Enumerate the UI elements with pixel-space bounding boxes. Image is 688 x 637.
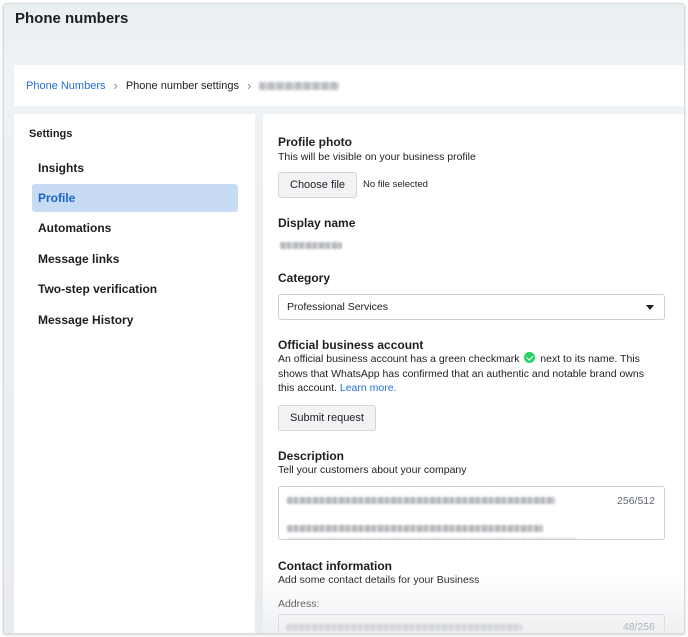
page-title: Phone numbers [15,10,129,27]
app-window: Phone numbers Phone Numbers › Phone numb… [3,3,685,634]
green-checkmark-icon [524,352,536,363]
settings-sidebar: Settings Insights Profile Automations Me… [14,114,255,633]
description-textarea[interactable]: 256/512 [278,486,665,540]
breadcrumb-separator: › [113,78,118,93]
description-char-counter: 256/512 [617,495,655,507]
category-selected-value: Professional Services [287,301,388,313]
learn-more-link[interactable]: Learn more. [340,382,397,394]
contact-information-title: Contact information [278,559,392,573]
file-status-text: No file selected [363,179,428,190]
official-account-text-before: An official business account has a green… [278,353,520,365]
breadcrumb-phone-numbers-link[interactable]: Phone Numbers [26,80,106,92]
address-redacted-value [286,624,522,631]
sidebar-item-message-links[interactable]: Message links [32,245,238,273]
breadcrumb-redacted-number [259,81,340,90]
profile-photo-title: Profile photo [278,135,352,149]
description-subtitle: Tell your customers about your company [278,464,467,476]
sidebar-item-two-step-verification[interactable]: Two-step verification [32,275,238,303]
chevron-down-icon [646,305,654,310]
profile-photo-subtitle: This will be visible on your business pr… [278,151,476,163]
sidebar-item-insights[interactable]: Insights [32,154,238,182]
breadcrumb-separator: › [246,78,252,93]
choose-file-button[interactable]: Choose file [278,172,358,198]
profile-settings-panel: Profile photo This will be visible on yo… [263,114,684,633]
address-char-counter: 48/256 [622,621,655,633]
description-redacted-line [287,525,543,532]
submit-request-button[interactable]: Submit request [278,405,376,431]
display-name-redacted-value [280,242,342,249]
sidebar-item-message-history[interactable]: Message History [32,306,238,334]
category-select[interactable]: Professional Services [278,294,665,320]
description-redacted-line [287,497,555,504]
address-input[interactable]: 48/256 [278,614,665,633]
sidebar-heading: Settings [29,128,73,140]
breadcrumb-phone-number-settings: Phone number settings [125,79,239,92]
contact-information-subtitle: Add some contact details for your Busine… [278,574,480,586]
address-label: Address: [278,598,320,610]
category-title: Category [278,271,331,285]
description-redacted-line [287,538,577,539]
official-account-description: An official business account has a green… [278,352,658,396]
display-name-title: Display name [278,216,356,230]
sidebar-item-automations[interactable]: Automations [32,214,238,242]
sidebar-item-profile[interactable]: Profile [32,184,238,212]
description-title: Description [278,449,345,463]
official-account-title: Official business account [278,338,424,352]
breadcrumb: Phone Numbers › Phone number settings › [14,65,684,106]
